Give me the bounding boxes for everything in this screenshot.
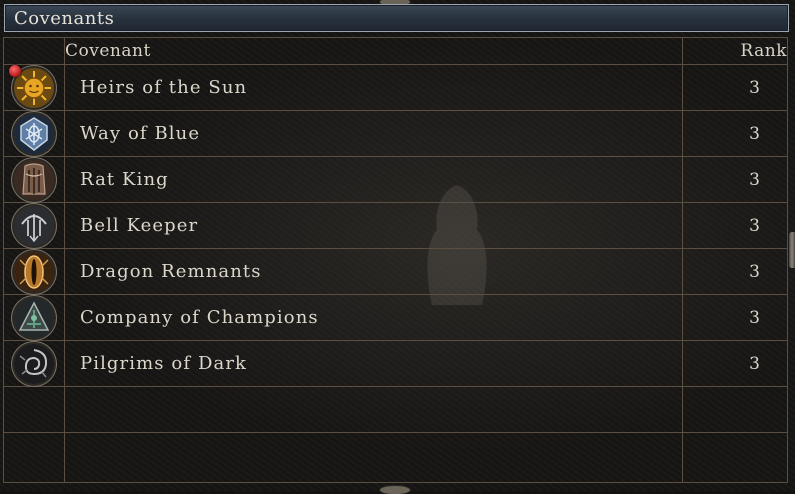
covenant-row[interactable]: Company of Champions 3 (3, 294, 788, 341)
header-icon-column (3, 37, 65, 65)
header-rank: Rank (682, 37, 788, 65)
covenant-name: Dragon Remnants (64, 248, 683, 295)
empty-row (3, 432, 788, 483)
bell-keeper-emblem-icon (14, 206, 54, 246)
emblem-cell (3, 110, 65, 157)
emblem-cell (3, 202, 65, 249)
emblem-cell (3, 248, 65, 295)
covenants-window: Covenants Covenant Rank Heirs of the Sun… (0, 0, 795, 494)
covenant-name: Bell Keeper (64, 202, 683, 249)
covenant-name: Way of Blue (64, 110, 683, 157)
header-covenant: Covenant (64, 37, 683, 65)
title-bar: Covenants (4, 4, 789, 32)
emblem-cell (3, 340, 65, 387)
empty-cell (3, 432, 65, 483)
emblem-cell (3, 64, 65, 111)
bottom-ornament (380, 486, 410, 494)
blue-shield-emblem-icon (14, 114, 54, 154)
empty-cell (64, 432, 683, 483)
window-title: Covenants (14, 8, 115, 29)
active-covenant-marker (9, 65, 21, 77)
empty-cell (682, 432, 788, 483)
empty-cell (682, 386, 788, 433)
covenant-row[interactable]: Way of Blue 3 (3, 110, 788, 157)
side-grip-handle (789, 232, 795, 268)
covenant-rank: 3 (682, 248, 788, 295)
covenant-rank: 3 (682, 294, 788, 341)
covenant-row[interactable]: Rat King 3 (3, 156, 788, 203)
header-row: Covenant Rank (3, 37, 788, 65)
covenant-name: Company of Champions (64, 294, 683, 341)
empty-cell (3, 386, 65, 433)
covenant-rank: 3 (682, 110, 788, 157)
covenant-name: Pilgrims of Dark (64, 340, 683, 387)
covenant-row[interactable]: Bell Keeper 3 (3, 202, 788, 249)
covenant-rank: 3 (682, 340, 788, 387)
empty-row (3, 386, 788, 433)
empty-cell (64, 386, 683, 433)
covenant-rank: 3 (682, 156, 788, 203)
covenant-name: Rat King (64, 156, 683, 203)
emblem-cell (3, 294, 65, 341)
covenant-rank: 3 (682, 64, 788, 111)
covenant-row[interactable]: Pilgrims of Dark 3 (3, 340, 788, 387)
covenant-row[interactable]: Heirs of the Sun 3 (3, 64, 788, 111)
emblem-cell (3, 156, 65, 203)
dragon-eye-emblem-icon (14, 252, 54, 292)
rat-king-emblem-icon (14, 160, 54, 200)
dark-vortex-emblem-icon (14, 344, 54, 384)
covenant-table: Covenant Rank Heirs of the Sun 3 Way of … (3, 37, 788, 483)
champions-emblem-icon (14, 298, 54, 338)
covenant-name: Heirs of the Sun (64, 64, 683, 111)
covenant-row[interactable]: Dragon Remnants 3 (3, 248, 788, 295)
covenant-rank: 3 (682, 202, 788, 249)
